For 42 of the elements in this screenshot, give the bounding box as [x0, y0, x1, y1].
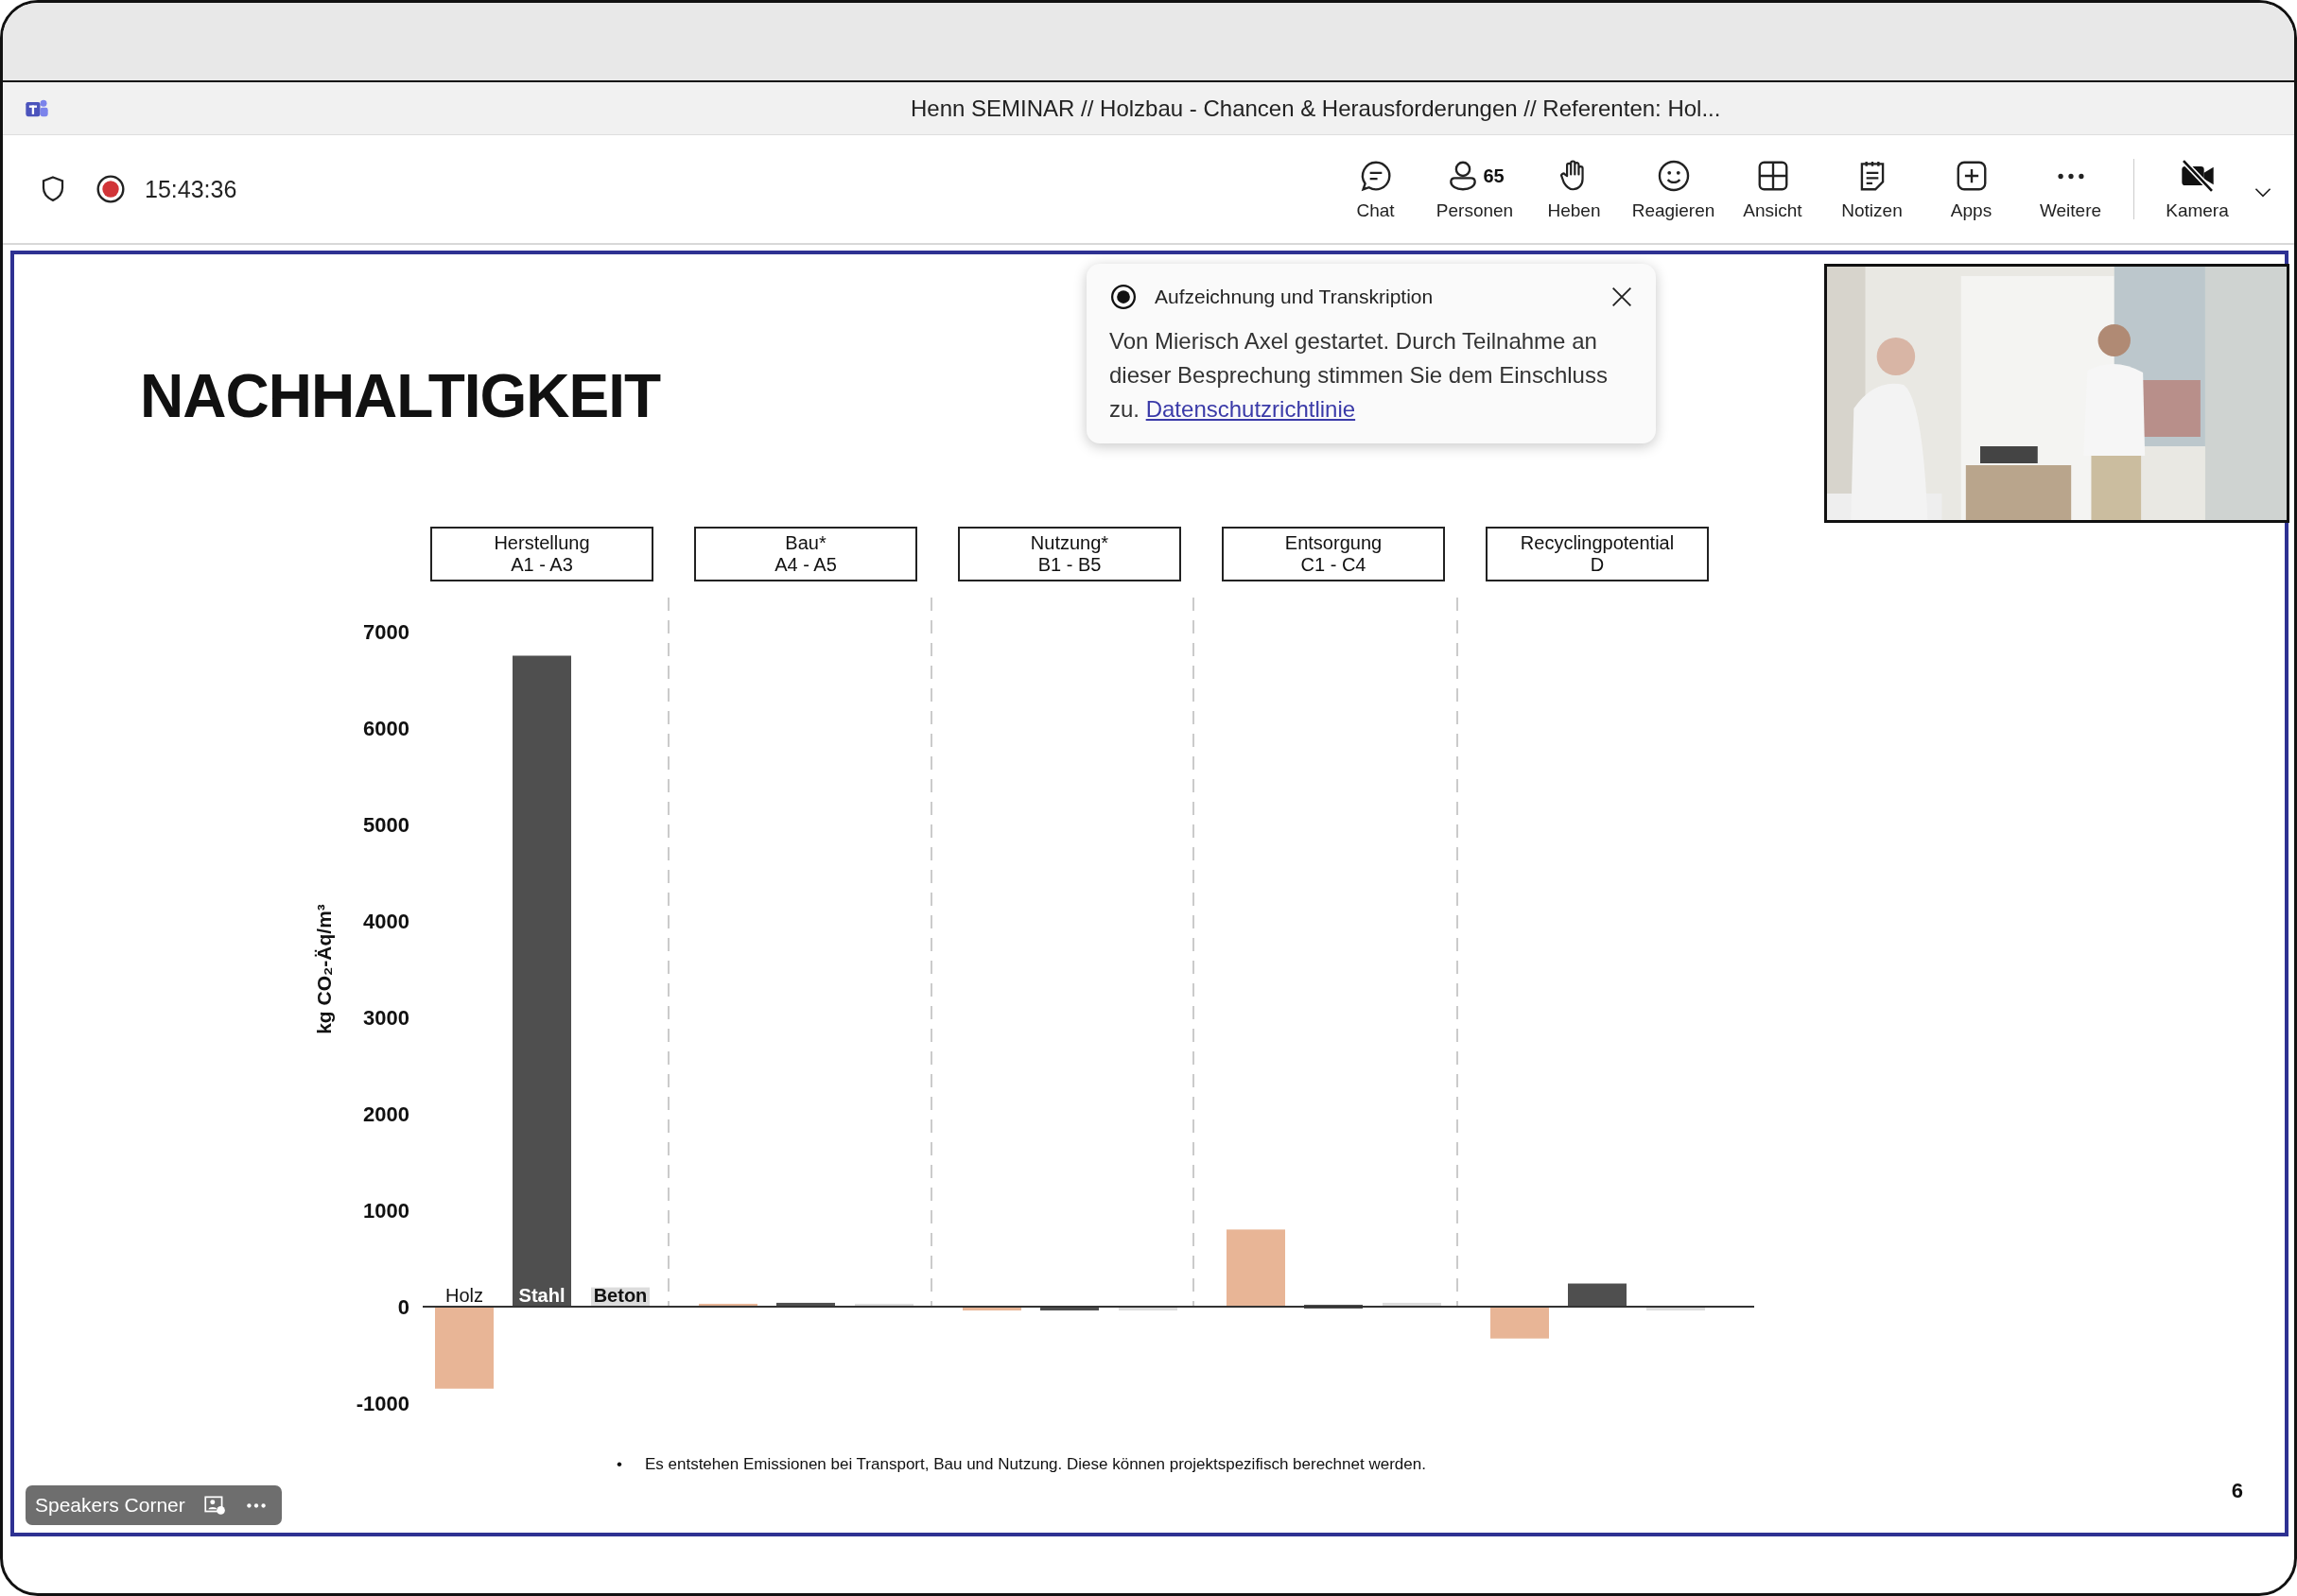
toolbar-label: Chat: [1356, 200, 1395, 221]
category-header: Bau* A4 - A5: [694, 527, 917, 581]
toolbar-label: Heben: [1547, 200, 1601, 221]
notification-title: Aufzeichnung und Transkription: [1155, 286, 1434, 308]
bullet: •: [617, 1455, 622, 1474]
notification-text: Von Mierisch Axel gestartet. Durch Teilnahme an dieser Besprechung stimmen Sie dem Einschluss zu. Datenschutzrichtlinie: [1109, 327, 1609, 424]
series-label: Beton: [593, 1285, 648, 1306]
axis-tick-label: 1000: [363, 1199, 409, 1223]
axis-title: kg CO₂-Äq/m³: [313, 904, 335, 1034]
x-tick-label: Entsorgung C1 - C4: [1284, 532, 1383, 575]
x-tick-label: Nutzung* B1 - B5: [1030, 532, 1109, 575]
page-number: 6: [2231, 1479, 2243, 1503]
stage-name: Speakers Corner: [35, 1494, 185, 1517]
axis-tick-label: 4000: [363, 910, 409, 933]
meeting-timer: 15:43:36: [145, 175, 237, 203]
x-tick-label: Recyclingpotential D: [1520, 532, 1675, 575]
footnote: Es entstehen Emissionen bei Transport, Bau und Nutzung. Diese können projektspezifisch berechnet werden.: [644, 1455, 1426, 1474]
toolbar-label: Apps: [1950, 200, 1992, 221]
category-header: Nutzung* B1 - B5: [958, 527, 1181, 581]
axis-tick-label: 6000: [363, 717, 409, 740]
category-header: Recyclingpotential D: [1486, 527, 1709, 581]
toolbar-label: Weitere: [2039, 200, 2102, 221]
window-title: Henn SEMINAR // Holzbau - Chancen & Herausforderungen // Referenten: Hol...: [911, 95, 1721, 122]
toolbar-label: Kamera: [2166, 200, 2229, 221]
category-header: Entsorgung C1 - C4: [1222, 527, 1445, 581]
axis-tick-label: -1000: [356, 1392, 409, 1415]
axis-tick-label: 7000: [363, 620, 409, 644]
axis-tick-label: 5000: [363, 813, 409, 837]
axis-tick-label: 0: [397, 1295, 409, 1319]
toolbar-label: Notizen: [1841, 200, 1903, 221]
toolbar-label: Personen: [1436, 200, 1514, 221]
slide-title: NACHHALTIGKEIT: [140, 366, 661, 426]
x-tick-label: Bau* A4 - A5: [774, 532, 837, 575]
series-label: Stahl: [518, 1285, 566, 1306]
toolbar-label: Reagieren: [1631, 200, 1715, 221]
axis-tick-label: 3000: [363, 1006, 409, 1030]
toolbar-label: Ansicht: [1743, 200, 1802, 221]
x-tick-label: Herstellung A1 - A3: [494, 532, 590, 575]
participant-count: 65: [1483, 165, 1505, 187]
axis-tick-label: 2000: [363, 1102, 409, 1126]
series-label: Holz: [445, 1285, 483, 1306]
category-header: Herstellung A1 - A3: [430, 527, 653, 581]
